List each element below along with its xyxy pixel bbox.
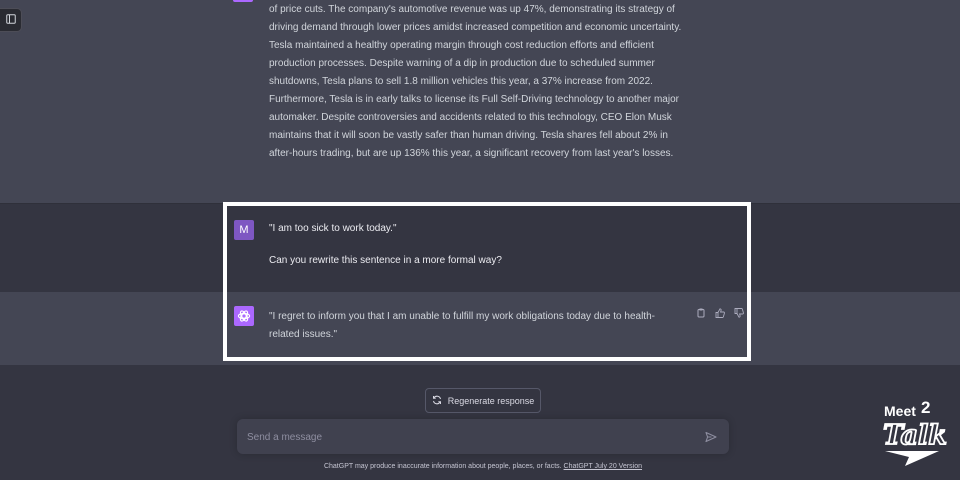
- regenerate-response-label: Regenerate response: [447, 395, 535, 406]
- disclaimer: ChatGPT may produce inaccurate informati…: [0, 463, 960, 470]
- message-actions: [695, 307, 745, 319]
- regenerate-response-button[interactable]: Regenerate response: [425, 388, 541, 413]
- assistant-reply-text: "I regret to inform you that I am unable…: [269, 311, 655, 340]
- openai-logo-icon: [234, 306, 254, 326]
- user-avatar: M: [234, 220, 254, 240]
- user-message: M "I am too sick to work today." Can you…: [0, 205, 960, 292]
- copy-icon[interactable]: [695, 307, 707, 319]
- previous-message-text: of price cuts. The company's automotive …: [269, 4, 682, 159]
- message-input[interactable]: [247, 428, 687, 446]
- sidebar-toggle-button[interactable]: [0, 8, 22, 32]
- logo-talk-text: Talk: [883, 420, 947, 451]
- thumbs-down-icon[interactable]: [733, 307, 745, 319]
- version-link[interactable]: ChatGPT July 20 Version: [564, 463, 642, 470]
- disclaimer-text: ChatGPT may produce inaccurate informati…: [323, 463, 562, 470]
- previous-assistant-message: of price cuts. The company's automotive …: [0, 0, 960, 204]
- assistant-reply: "I regret to inform you that I am unable…: [0, 292, 960, 365]
- meet2talk-logo: Meet 2 Talk: [879, 395, 948, 467]
- send-icon[interactable]: [703, 429, 719, 445]
- sidebar-icon: [5, 11, 16, 29]
- assistant-avatar: [233, 0, 253, 2]
- refresh-icon: [432, 395, 442, 407]
- thumbs-up-icon[interactable]: [714, 307, 726, 319]
- user-message-request: Can you rewrite this sentence in a more …: [269, 255, 502, 266]
- message-composer: [237, 419, 729, 454]
- speech-tail-icon: [885, 451, 939, 466]
- logo-meet-text: Meet: [884, 403, 916, 419]
- user-message-quote: "I am too sick to work today.": [269, 223, 397, 234]
- logo-number-text: 2: [921, 398, 930, 417]
